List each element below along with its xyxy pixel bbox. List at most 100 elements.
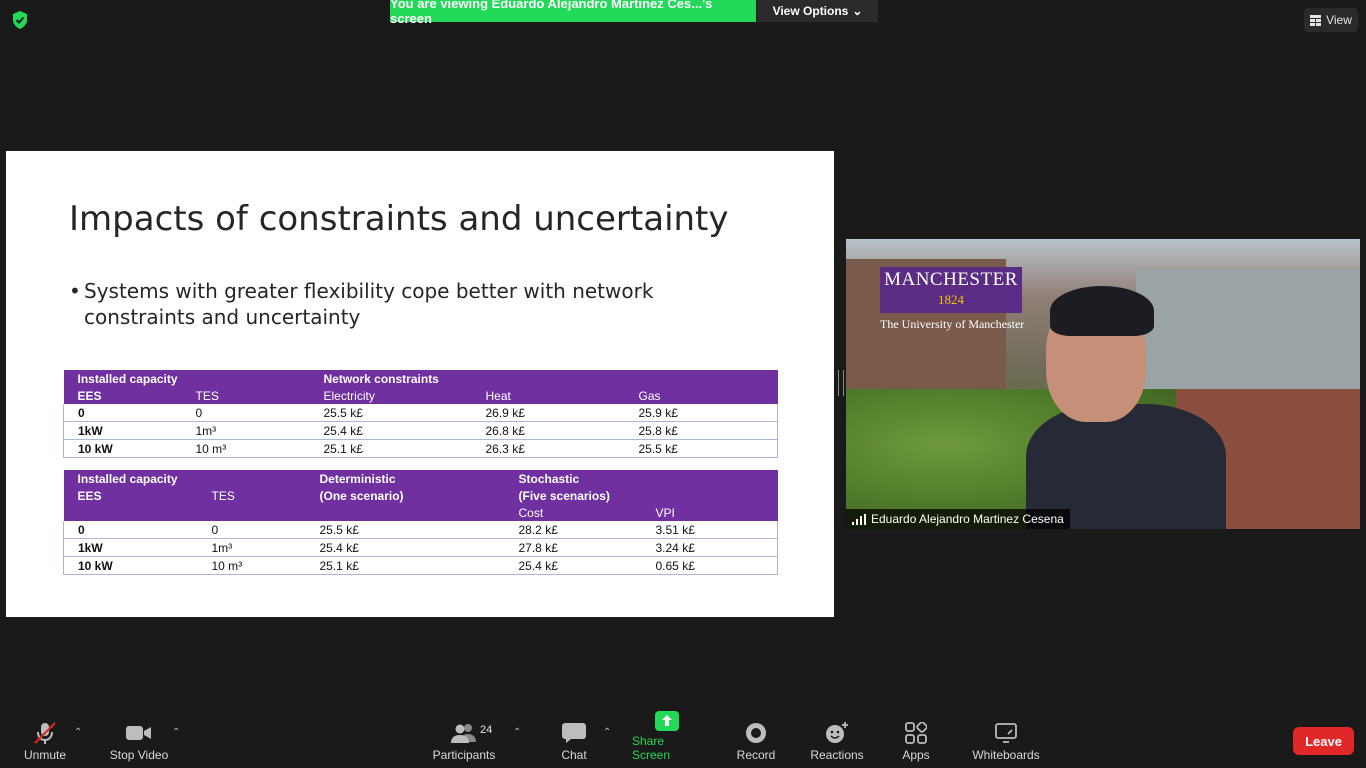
table-row: 1kW 1m³ 25.4 k£ 27.8 k£ 3.24 k£ xyxy=(63,538,778,557)
bullet-dot: • xyxy=(69,279,81,303)
apps-button[interactable]: Apps xyxy=(900,718,932,762)
table-row: 0 0 25.5 k£ 28.2 k£ 3.51 k£ xyxy=(63,521,778,539)
audio-options-caret[interactable]: ⌃ xyxy=(74,727,82,738)
table-row: 1kW 1m³ 25.4 k£ 26.8 k£ 25.8 k£ xyxy=(63,421,778,440)
table-cell: 1m³ xyxy=(181,421,310,440)
table-header-cell: Heat xyxy=(471,387,625,404)
table-cell: 25.4 k£ xyxy=(309,421,472,440)
reactions-button[interactable]: Reactions xyxy=(810,718,864,762)
participants-icon xyxy=(451,724,476,743)
participant-hair xyxy=(1050,286,1154,336)
table-cell: 25.4 k£ xyxy=(504,556,642,575)
view-button[interactable]: View xyxy=(1304,8,1358,32)
leave-button[interactable]: Leave xyxy=(1293,727,1354,755)
table-row: 10 kW 10 m³ 25.1 k£ 26.3 k£ 25.5 k£ xyxy=(63,439,778,458)
table-row: 0 0 25.5 k£ 26.9 k£ 25.9 k£ xyxy=(63,404,778,422)
table-cell: 25.5 k£ xyxy=(309,404,472,422)
viewing-banner-text: You are viewing Eduardo Alejandro Martin… xyxy=(390,0,713,26)
table-cell: 0 xyxy=(63,404,182,422)
view-options-label: View Options xyxy=(772,4,849,18)
table-cell: 26.3 k£ xyxy=(471,439,625,458)
reactions-label: Reactions xyxy=(810,748,864,762)
table-header-row: EES TES (One scenario) (Five scenarios) xyxy=(63,487,778,504)
grid-view-icon xyxy=(1310,14,1322,26)
stop-video-label: Stop Video xyxy=(109,748,169,762)
table-cell: 1kW xyxy=(63,538,198,557)
participants-label: Participants xyxy=(432,748,496,762)
video-camera-icon xyxy=(126,726,151,740)
table-cell: 10 m³ xyxy=(197,556,306,575)
table-header-cell xyxy=(63,504,198,521)
slide-bullet-text: Systems with greater flexibility cope be… xyxy=(84,279,654,329)
share-screen-button[interactable]: Share Screen xyxy=(632,711,702,762)
table-cell: 25.5 k£ xyxy=(305,521,505,539)
table-header-cell xyxy=(181,370,310,387)
table-cell: 26.9 k£ xyxy=(471,404,625,422)
table-header-cell xyxy=(197,470,306,487)
logo-year: 1824 xyxy=(938,292,964,307)
microphone-muted-icon xyxy=(34,722,56,744)
signal-strength-icon xyxy=(852,513,866,525)
table-header-cell: VPI xyxy=(641,504,778,521)
table-cell: 10 kW xyxy=(63,439,182,458)
table-cell: 25.4 k£ xyxy=(305,538,505,557)
table-header-cell xyxy=(624,370,778,387)
view-options-button[interactable]: View Options ⌄ xyxy=(757,0,878,22)
unmute-button[interactable]: Unmute xyxy=(22,718,68,762)
table-cell: 0 xyxy=(197,521,306,539)
university-logo: MANCHESTER 1824 xyxy=(880,267,1022,313)
uncertainty-table: Installed capacity Deterministic Stochas… xyxy=(63,470,778,575)
apps-label: Apps xyxy=(902,748,930,762)
table-cell: 25.5 k£ xyxy=(624,439,778,458)
table-cell: 3.51 k£ xyxy=(641,521,778,539)
table-header-cell: Installed capacity xyxy=(63,370,182,387)
table-cell: 27.8 k£ xyxy=(504,538,642,557)
table-cell: 28.2 k£ xyxy=(504,521,642,539)
table-cell: 25.1 k£ xyxy=(309,439,472,458)
stop-video-button[interactable]: Stop Video xyxy=(108,718,170,762)
participants-count: 24 xyxy=(480,724,493,736)
table-header-cell: EES xyxy=(63,387,182,404)
shared-screen-slide[interactable]: Impacts of constraints and uncertainty •… xyxy=(6,151,834,617)
meeting-toolbar: Unmute ⌃ Stop Video ⌃ Participants 24 ⌃ xyxy=(0,711,1366,768)
table-cell: 26.8 k£ xyxy=(471,421,625,440)
record-label: Record xyxy=(736,748,776,762)
video-options-caret[interactable]: ⌃ xyxy=(172,727,180,738)
participant-video-tile[interactable]: MANCHESTER 1824 The University of Manche… xyxy=(846,239,1360,529)
logo-wordmark: MANCHESTER xyxy=(884,269,1018,290)
table-cell: 10 kW xyxy=(63,556,198,575)
table-header-cell: Stochastic xyxy=(504,470,642,487)
chevron-down-icon: ⌄ xyxy=(852,4,863,18)
viewing-screen-banner: You are viewing Eduardo Alejandro Martin… xyxy=(390,0,756,26)
table-header-row: Cost VPI xyxy=(63,504,778,521)
chat-label: Chat xyxy=(561,748,587,762)
whiteboards-label: Whiteboards xyxy=(972,748,1040,762)
table-cell: 25.8 k£ xyxy=(624,421,778,440)
table-cell: 10 m³ xyxy=(181,439,310,458)
table-header-row: Installed capacity Network constraints xyxy=(63,370,778,387)
participants-options-caret[interactable]: ⌃ xyxy=(513,727,521,738)
table-cell: 3.24 k£ xyxy=(641,538,778,557)
splitter-handle[interactable] xyxy=(838,370,844,396)
record-button[interactable]: Record xyxy=(736,718,776,762)
table-header-row: Installed capacity Deterministic Stochas… xyxy=(63,470,778,487)
network-constraints-table: Installed capacity Network constraints E… xyxy=(63,370,778,458)
participant-figure xyxy=(1026,284,1226,529)
table-cell: 0 xyxy=(63,521,198,539)
chat-button[interactable]: Chat xyxy=(558,718,590,762)
apps-icon xyxy=(905,722,927,744)
record-icon xyxy=(746,723,766,743)
table-header-cell xyxy=(471,370,625,387)
table-cell: 0.65 k£ xyxy=(641,556,778,575)
table-cell: 1kW xyxy=(63,421,182,440)
chat-options-caret[interactable]: ⌃ xyxy=(603,727,611,738)
table-header-cell: TES xyxy=(181,387,310,404)
table-cell: 0 xyxy=(181,404,310,422)
security-shield-icon[interactable] xyxy=(10,10,30,30)
table-header-row: EES TES Electricity Heat Gas xyxy=(63,387,778,404)
table-header-cell xyxy=(197,504,306,521)
slide-bullet: • Systems with greater flexibility cope … xyxy=(69,278,769,330)
participant-name: Eduardo Alejandro Martinez Cesena xyxy=(871,512,1064,526)
table-header-cell: Cost xyxy=(504,504,642,521)
whiteboards-button[interactable]: Whiteboards xyxy=(970,718,1042,762)
